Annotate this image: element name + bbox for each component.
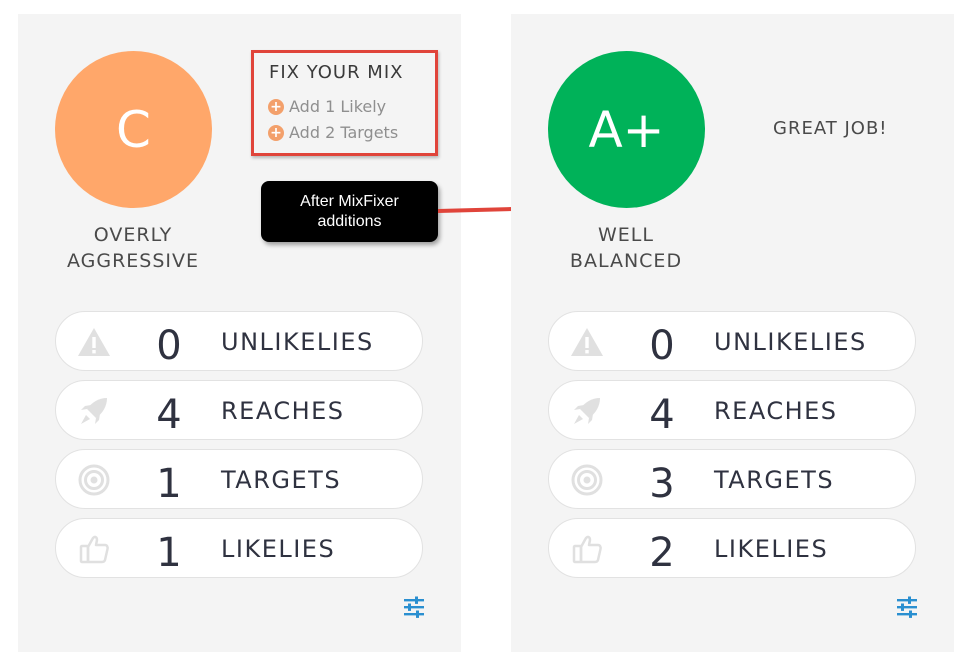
- stat-row-reaches[interactable]: 4 REACHES: [55, 380, 423, 440]
- fix-your-mix-box: FIX YOUR MIX + Add 1 Likely + Add 2 Targ…: [251, 50, 438, 156]
- stat-label: TARGETS: [221, 466, 342, 494]
- plus-circle-icon: +: [268, 124, 284, 141]
- stat-row-targets[interactable]: 1 TARGETS: [55, 449, 423, 509]
- grade-letter: A+: [588, 100, 665, 159]
- thumbs-up-icon: [569, 531, 605, 567]
- grade-letter: C: [116, 100, 151, 159]
- stat-label: LIKELIES: [714, 535, 829, 563]
- stat-value: 1: [156, 461, 182, 507]
- stat-value: 4: [649, 392, 675, 438]
- settings-sliders-icon[interactable]: [403, 596, 425, 618]
- fix-item-label: Add 1 Likely: [289, 97, 387, 116]
- stat-label: LIKELIES: [221, 535, 336, 563]
- stat-label: REACHES: [714, 397, 838, 425]
- callout-line: After MixFixer: [300, 192, 399, 210]
- thumbs-up-icon: [76, 531, 112, 567]
- stat-row-unlikelies[interactable]: 0 UNLIKELIES: [55, 311, 423, 371]
- fix-your-mix-title: FIX YOUR MIX: [269, 62, 404, 83]
- mixfixer-callout: After MixFixer additions: [261, 181, 438, 242]
- grade-label: OVERLY AGGRESSIVE: [33, 222, 233, 274]
- target-icon: [569, 462, 605, 498]
- stat-row-reaches[interactable]: 4 REACHES: [548, 380, 916, 440]
- grade-label-line: BALANCED: [569, 250, 683, 272]
- stat-row-unlikelies[interactable]: 0 UNLIKELIES: [548, 311, 916, 371]
- grade-label: WELL BALANCED: [526, 222, 726, 274]
- right-panel: A+ WELL BALANCED GREAT JOB! 0 UNLIKELIES…: [511, 14, 954, 652]
- stat-value: 3: [649, 461, 675, 507]
- grade-circle: C: [55, 51, 212, 208]
- rocket-icon: [76, 393, 112, 429]
- stat-row-likelies[interactable]: 1 LIKELIES: [55, 518, 423, 578]
- stat-value: 4: [156, 392, 182, 438]
- settings-sliders-icon[interactable]: [896, 596, 918, 618]
- callout-line: additions: [317, 212, 382, 230]
- grade-circle: A+: [548, 51, 705, 208]
- stat-label: UNLIKELIES: [221, 328, 374, 356]
- stat-value: 1: [156, 530, 182, 576]
- stat-value: 0: [649, 323, 675, 369]
- stat-row-targets[interactable]: 3 TARGETS: [548, 449, 916, 509]
- stat-row-likelies[interactable]: 2 LIKELIES: [548, 518, 916, 578]
- grade-label-line: AGGRESSIVE: [66, 250, 200, 272]
- stat-value: 0: [156, 323, 182, 369]
- grade-label-line: WELL: [598, 224, 654, 246]
- stat-value: 2: [649, 530, 675, 576]
- warning-icon: [569, 324, 605, 360]
- fix-item-label: Add 2 Targets: [289, 123, 399, 142]
- rocket-icon: [569, 393, 605, 429]
- fix-item-add-targets[interactable]: + Add 2 Targets: [268, 123, 398, 142]
- warning-icon: [76, 324, 112, 360]
- grade-label-line: OVERLY: [93, 224, 173, 246]
- plus-circle-icon: +: [268, 98, 284, 115]
- stat-label: TARGETS: [714, 466, 835, 494]
- target-icon: [76, 462, 112, 498]
- great-job-message: GREAT JOB!: [773, 118, 888, 139]
- stat-label: REACHES: [221, 397, 345, 425]
- stat-label: UNLIKELIES: [714, 328, 867, 356]
- fix-item-add-likely[interactable]: + Add 1 Likely: [268, 97, 386, 116]
